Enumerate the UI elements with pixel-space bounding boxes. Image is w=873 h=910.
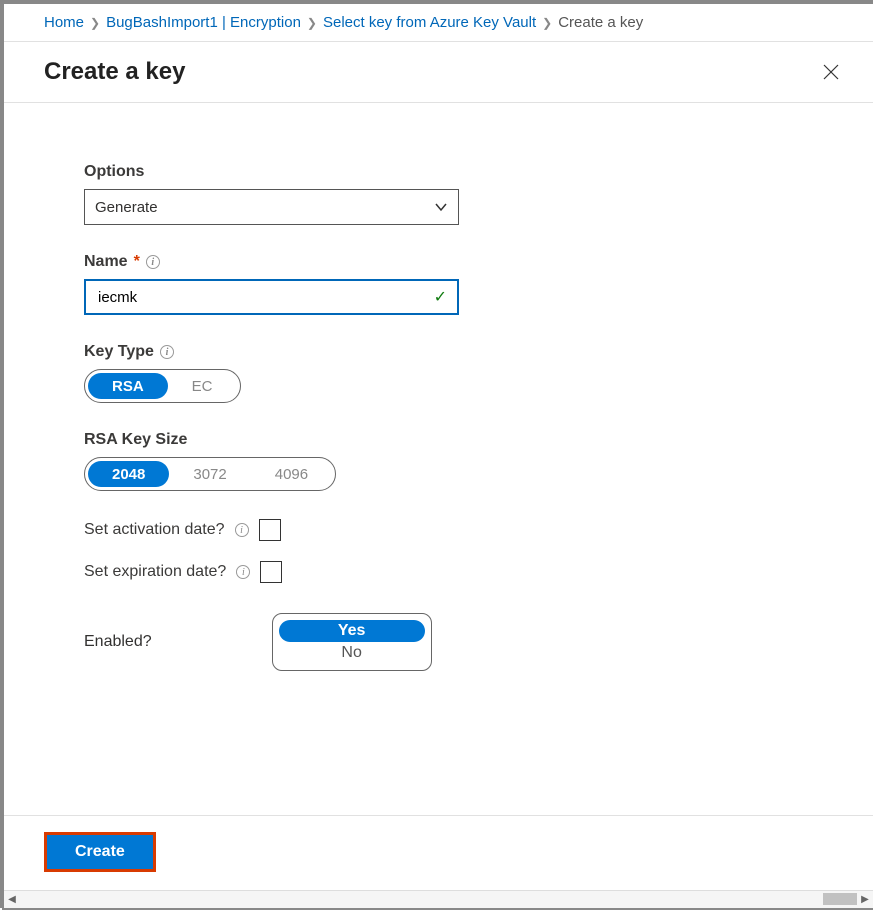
close-icon	[823, 64, 839, 80]
expiration-checkbox[interactable]	[260, 561, 282, 583]
breadcrumb-link-select-key[interactable]: Select key from Azure Key Vault	[323, 14, 536, 31]
footer: Create	[4, 815, 873, 888]
key-size-2048[interactable]: 2048	[88, 461, 169, 487]
field-enabled: Enabled? Yes No	[84, 613, 793, 671]
checkmark-icon: ✓	[434, 287, 447, 307]
form-content: Options Generate Name * i ✓ Key Type i R…	[4, 103, 873, 691]
scroll-left-icon[interactable]: ◀	[4, 894, 20, 905]
chevron-down-icon	[434, 200, 448, 214]
key-size-4096[interactable]: 4096	[251, 461, 332, 487]
info-icon[interactable]: i	[160, 345, 174, 359]
key-type-label-text: Key Type	[84, 343, 154, 361]
chevron-right-icon: ❯	[542, 16, 552, 30]
required-asterisk: *	[134, 253, 140, 271]
field-name: Name * i ✓	[84, 253, 793, 315]
create-button[interactable]: Create	[44, 832, 156, 872]
options-select[interactable]: Generate	[84, 189, 459, 225]
key-size-3072[interactable]: 3072	[169, 461, 250, 487]
field-activation-date: Set activation date? i	[84, 519, 793, 541]
chevron-right-icon: ❯	[307, 16, 317, 30]
breadcrumb: Home ❯ BugBashImport1 | Encryption ❯ Sel…	[4, 4, 873, 42]
key-type-ec[interactable]: EC	[168, 373, 237, 399]
enabled-label: Enabled?	[84, 633, 152, 651]
page-header: Create a key	[4, 42, 873, 103]
scroll-track[interactable]	[20, 891, 857, 908]
key-type-label: Key Type i	[84, 343, 793, 361]
close-button[interactable]	[821, 62, 841, 82]
options-value: Generate	[95, 199, 158, 216]
name-input[interactable]	[96, 288, 434, 307]
name-label: Name * i	[84, 253, 793, 271]
chevron-right-icon: ❯	[90, 16, 100, 30]
breadcrumb-link-encryption[interactable]: BugBashImport1 | Encryption	[106, 14, 301, 31]
info-icon[interactable]: i	[236, 565, 250, 579]
page-title: Create a key	[44, 58, 185, 86]
key-type-toggle: RSA EC	[84, 369, 241, 403]
horizontal-scrollbar[interactable]: ◀ ▶	[4, 890, 873, 908]
key-size-toggle: 2048 3072 4096	[84, 457, 336, 491]
key-type-rsa[interactable]: RSA	[88, 373, 168, 399]
field-options: Options Generate	[84, 163, 793, 225]
enabled-no[interactable]: No	[279, 642, 425, 664]
field-key-type: Key Type i RSA EC	[84, 343, 793, 403]
scroll-right-icon[interactable]: ▶	[857, 894, 873, 905]
name-label-text: Name	[84, 253, 128, 271]
enabled-yes[interactable]: Yes	[279, 620, 425, 642]
info-icon[interactable]: i	[146, 255, 160, 269]
breadcrumb-link-home[interactable]: Home	[44, 14, 84, 31]
scroll-thumb[interactable]	[823, 893, 857, 905]
field-key-size: RSA Key Size 2048 3072 4096	[84, 431, 793, 491]
info-icon[interactable]: i	[235, 523, 249, 537]
field-expiration-date: Set expiration date? i	[84, 561, 793, 583]
enabled-toggle: Yes No	[272, 613, 432, 671]
breadcrumb-current: Create a key	[558, 14, 643, 31]
key-size-label: RSA Key Size	[84, 431, 793, 449]
expiration-label: Set expiration date?	[84, 563, 226, 581]
activation-checkbox[interactable]	[259, 519, 281, 541]
options-label: Options	[84, 163, 793, 181]
activation-label: Set activation date?	[84, 521, 225, 539]
name-input-wrapper: ✓	[84, 279, 459, 315]
